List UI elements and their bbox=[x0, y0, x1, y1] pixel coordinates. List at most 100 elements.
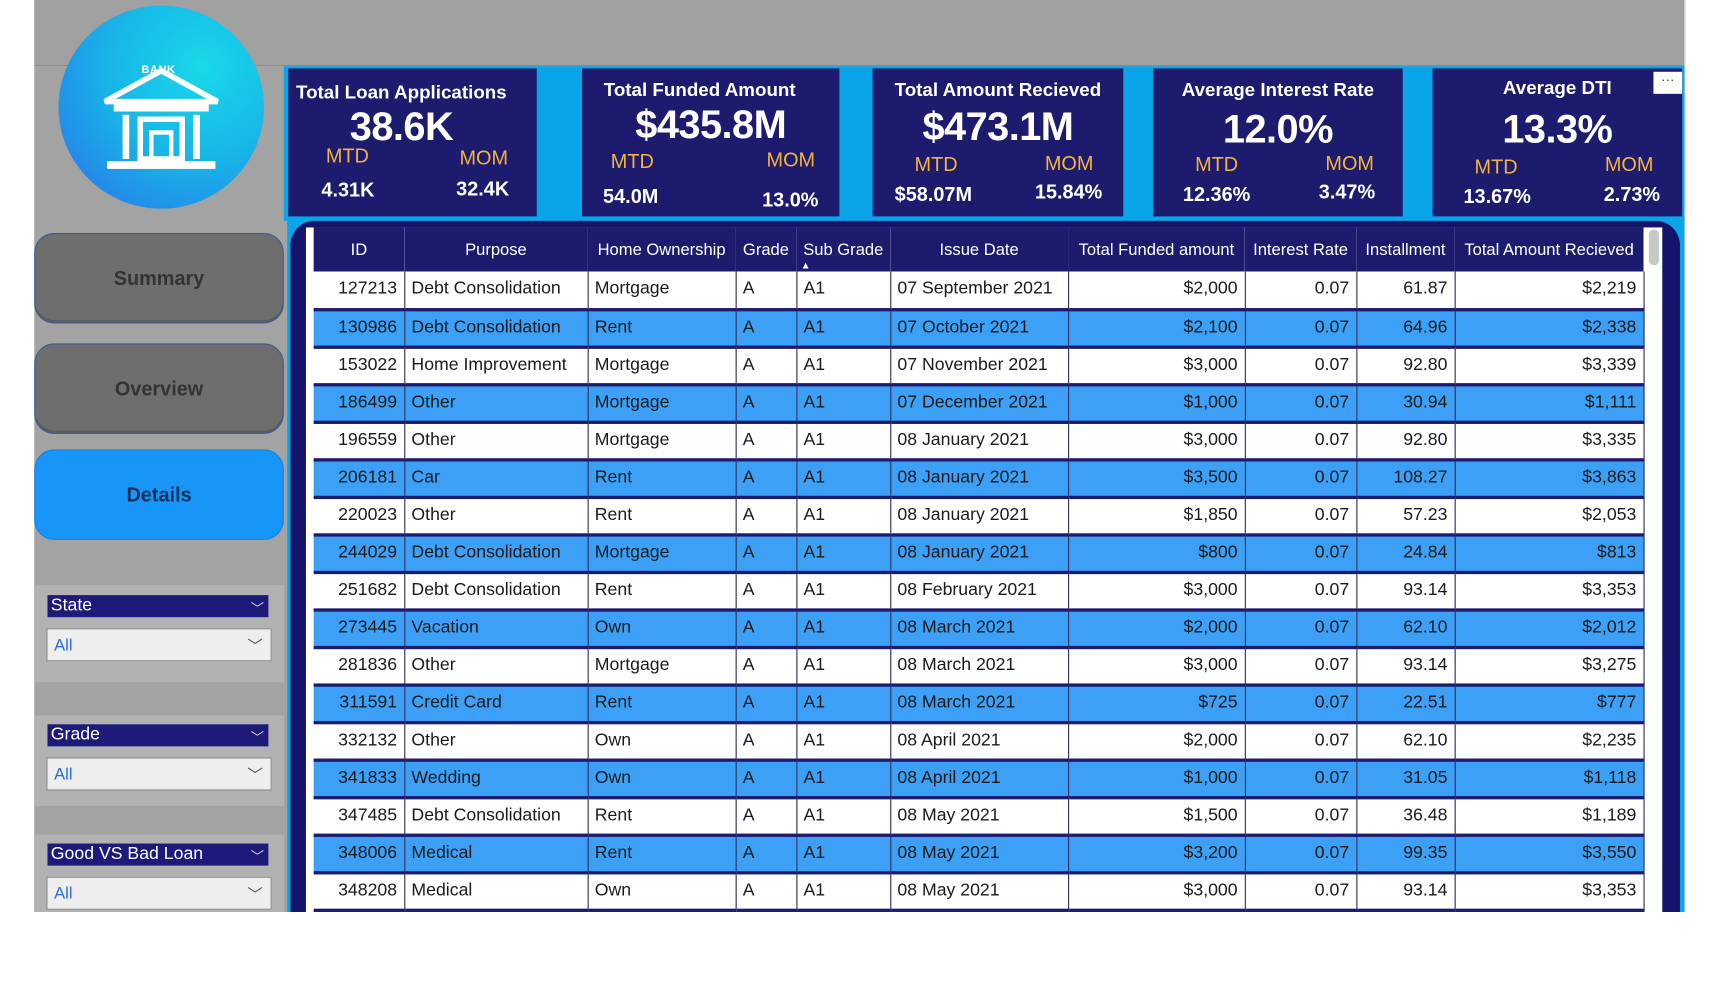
table-cell: A bbox=[735, 759, 797, 799]
table-row[interactable]: 347485 Debt Consolidation Rent A A1 08 May 20… bbox=[313, 797, 1645, 837]
table-cell: 348208 bbox=[313, 872, 405, 912]
table-cell: A bbox=[735, 834, 797, 874]
table-cell: 08 March 2021 bbox=[890, 609, 1069, 649]
table-row[interactable]: 273445 Vacation Own A A1 08 March 2021 $2,000 0… bbox=[313, 609, 1645, 649]
kpi-mom-label: MOM bbox=[1044, 152, 1094, 175]
table-row[interactable]: 281836 Other Mortgage A A1 08 March 2021 $3,00… bbox=[313, 647, 1645, 687]
table-row[interactable]: 196559 Other Mortgage A A1 08 January 2021 $3,… bbox=[313, 421, 1645, 461]
table-cell: $3,000 bbox=[1068, 647, 1246, 687]
table-cell: Home Improvement bbox=[404, 346, 589, 386]
table-cell: 08 January 2021 bbox=[890, 496, 1069, 537]
table-cell: A bbox=[735, 534, 797, 574]
table-cell: A bbox=[735, 459, 797, 499]
loan-slicer-title[interactable]: Good VS Bad Loan ﹀ bbox=[47, 843, 269, 866]
table-cell: 08 April 2021 bbox=[890, 759, 1069, 799]
table-cell: Mortgage bbox=[587, 384, 737, 424]
table-cell: 244029 bbox=[313, 534, 405, 574]
column-header[interactable]: Issue Date bbox=[890, 227, 1069, 272]
table-cell: A1 bbox=[796, 384, 891, 424]
table-cell: Debt Consolidation bbox=[404, 534, 589, 574]
more-options-icon[interactable]: ··· bbox=[1653, 71, 1683, 94]
table-cell: A1 bbox=[796, 759, 891, 799]
column-header[interactable]: Total Funded amount bbox=[1068, 227, 1245, 272]
table-cell: 0.07 bbox=[1244, 834, 1357, 874]
table-row[interactable]: 348208 Medical Own A A1 08 May 2021 $3,000 0.07… bbox=[313, 872, 1645, 912]
kpi-value: $473.1M bbox=[922, 103, 1074, 150]
table-cell: 311591 bbox=[313, 684, 405, 724]
table-cell: A1 bbox=[796, 421, 891, 461]
table-row[interactable]: 153022 Home Improvement Mortgage A A1 07 Nove… bbox=[313, 346, 1645, 386]
table-row[interactable]: 186499 Other Mortgage A A1 07 December 2021 $1… bbox=[313, 384, 1645, 424]
table-row[interactable]: 311591 Credit Card Rent A A1 08 March 2021 $72… bbox=[313, 684, 1645, 724]
table-cell: $1,189 bbox=[1454, 797, 1645, 837]
nav-details-label: Details bbox=[126, 483, 192, 506]
table-cell: Rent bbox=[587, 834, 737, 874]
table-row[interactable]: 220023 Other Rent A A1 08 January 2021 $1,850 0… bbox=[313, 496, 1645, 537]
table-cell: A bbox=[735, 571, 797, 612]
table-row[interactable]: 332132 Other Own A A1 08 April 2021 $2,000 0.07… bbox=[313, 722, 1645, 762]
kpi-mtd-value: 12.36% bbox=[1182, 183, 1251, 206]
kpi-card-loan-applications: Total Loan Applications 38.6K MTD MOM 4.… bbox=[288, 68, 537, 217]
kpi-title: Total Funded Amount bbox=[603, 79, 796, 101]
table-cell: Mortgage bbox=[587, 271, 737, 311]
table-cell: 57.23 bbox=[1356, 496, 1456, 537]
table-cell: A bbox=[735, 384, 797, 424]
table-cell: $813 bbox=[1454, 534, 1645, 574]
column-header[interactable]: Installment bbox=[1356, 227, 1455, 272]
state-slicer-title[interactable]: State ﹀ bbox=[47, 595, 269, 618]
kpi-card-interest-rate: Average Interest Rate 12.0% MTD MOM 12.3… bbox=[1153, 68, 1403, 217]
grade-dropdown-value: All bbox=[54, 765, 73, 784]
table-cell: 0.07 bbox=[1244, 496, 1357, 537]
column-header[interactable]: Total Amount Recieved bbox=[1454, 227, 1644, 272]
kpi-mtd-label: MTD bbox=[610, 150, 654, 173]
table-cell: 220023 bbox=[313, 496, 405, 537]
column-header[interactable]: ID bbox=[313, 227, 405, 272]
table-cell: A bbox=[735, 609, 797, 649]
table-cell: Rent bbox=[587, 459, 737, 499]
nav-details-button[interactable]: Details bbox=[34, 449, 284, 540]
table-cell: A1 bbox=[796, 534, 891, 574]
table-row[interactable]: 251682 Debt Consolidation Rent A A1 08 Februa… bbox=[313, 571, 1645, 612]
table-cell: 130986 bbox=[313, 309, 405, 349]
table-cell: 93.14 bbox=[1356, 872, 1456, 912]
table-cell: A1 bbox=[796, 459, 891, 499]
table-scrollbar[interactable] bbox=[1649, 229, 1659, 265]
table-row[interactable]: 341833 Wedding Own A A1 08 April 2021 $1,000 0.… bbox=[313, 759, 1645, 799]
column-header[interactable]: Purpose bbox=[404, 227, 588, 272]
table-row[interactable]: 127213 Debt Consolidation Mortgage A A1 07 Se… bbox=[313, 271, 1645, 311]
grade-slicer-title[interactable]: Grade ﹀ bbox=[47, 724, 269, 747]
table-row[interactable]: 130986 Debt Consolidation Rent A A1 07 Octobe… bbox=[313, 309, 1645, 349]
table-cell: 0.07 bbox=[1244, 384, 1357, 424]
table-cell: 07 December 2021 bbox=[890, 384, 1069, 424]
table-cell: $2,000 bbox=[1068, 609, 1246, 649]
loan-details-table: ID Purpose Home Ownership Grade Sub Grade ▲ Is… bbox=[313, 227, 1645, 912]
table-cell: 196559 bbox=[313, 421, 405, 461]
table-row[interactable]: 244029 Debt Consolidation Mortgage A A1 08 Ja… bbox=[313, 534, 1645, 574]
column-header[interactable]: Sub Grade ▲ bbox=[796, 227, 891, 272]
column-header[interactable]: Interest Rate bbox=[1244, 227, 1357, 272]
state-dropdown[interactable]: All ﹀ bbox=[46, 628, 272, 662]
table-cell: $777 bbox=[1454, 684, 1645, 724]
table-cell: 0.07 bbox=[1244, 309, 1357, 349]
table-cell: Credit Card bbox=[404, 684, 589, 724]
table-cell: 08 May 2021 bbox=[890, 872, 1069, 912]
table-cell: $2,338 bbox=[1454, 309, 1645, 349]
table-cell: $3,500 bbox=[1068, 459, 1246, 499]
kpi-value: 12.0% bbox=[1222, 105, 1334, 152]
nav-overview-button[interactable]: Overview bbox=[34, 343, 284, 434]
column-header[interactable]: Home Ownership bbox=[587, 227, 736, 272]
table-row[interactable]: 206181 Car Rent A A1 08 January 2021 $3,500 0.0… bbox=[313, 459, 1645, 499]
loan-dropdown[interactable]: All ﹀ bbox=[46, 876, 272, 910]
kpi-mom-value: 3.47% bbox=[1318, 181, 1376, 204]
table-cell: 07 September 2021 bbox=[890, 271, 1069, 311]
nav-summary-button[interactable]: Summary bbox=[34, 232, 284, 324]
table-cell: Rent bbox=[587, 797, 737, 837]
table-row[interactable]: 348006 Medical Rent A A1 08 May 2021 $3,200 0.0… bbox=[313, 834, 1645, 874]
column-header[interactable]: Grade bbox=[735, 227, 797, 272]
grade-dropdown[interactable]: All ﹀ bbox=[46, 757, 272, 791]
table-cell: $3,353 bbox=[1454, 872, 1645, 912]
kpi-card-amount-received: Total Amount Recieved $473.1M MTD MOM $5… bbox=[872, 68, 1124, 217]
table-cell: 61.87 bbox=[1356, 271, 1456, 311]
table-cell: 99.35 bbox=[1356, 834, 1456, 874]
table-cell: 153022 bbox=[313, 346, 405, 386]
